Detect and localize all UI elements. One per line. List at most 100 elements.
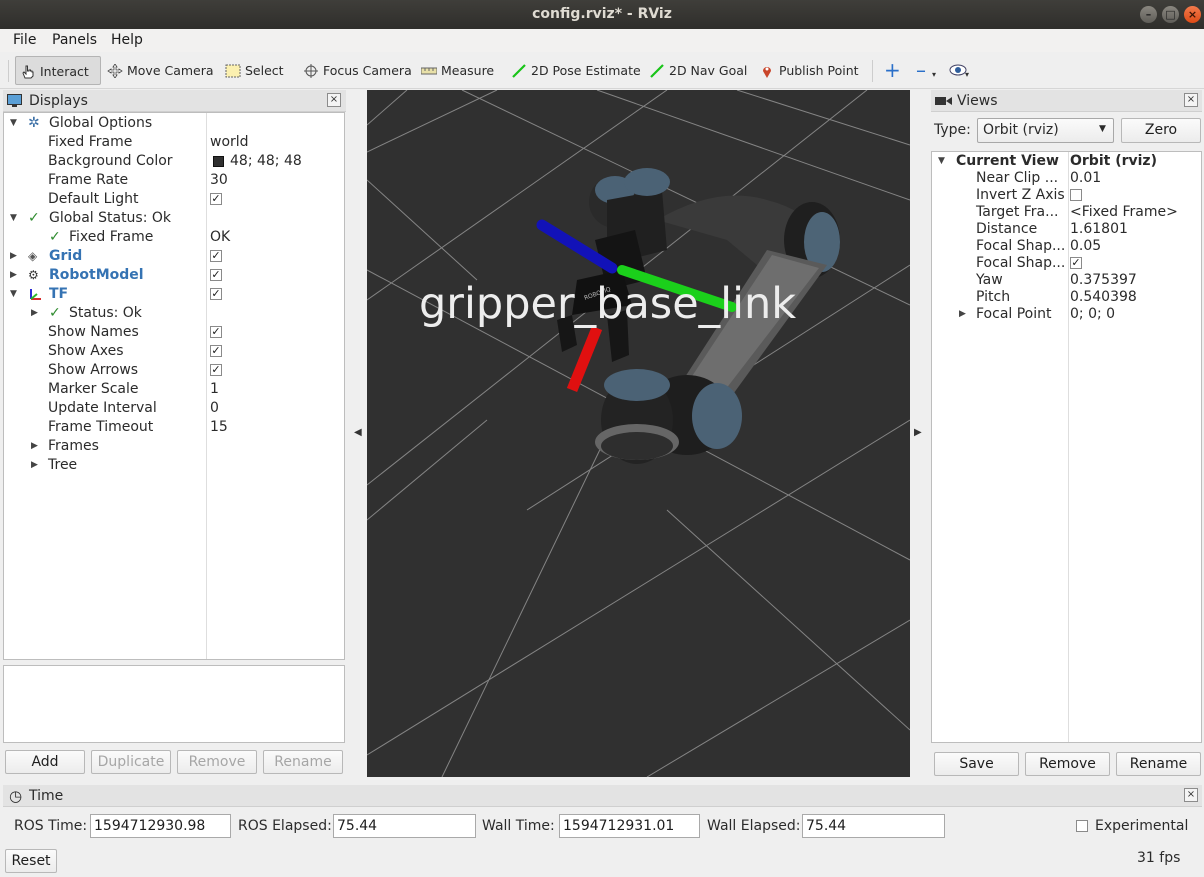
rename-view-button[interactable]: Rename	[1116, 752, 1201, 776]
tree-row-status-fixed-frame[interactable]: ✓ Fixed Frame OK	[4, 228, 344, 247]
menu-panels[interactable]: Panels	[52, 32, 97, 48]
chevron-down-icon[interactable]: ▾	[932, 70, 936, 79]
displays-title: Displays	[29, 93, 88, 109]
tree-row-focal-point[interactable]: ▶ Focal Point 0; 0; 0	[932, 305, 1201, 324]
tool-focus-camera-button[interactable]: Focus Camera	[299, 56, 412, 85]
tf-checkbox[interactable]	[210, 288, 222, 300]
maximize-icon[interactable]: □	[1162, 6, 1179, 23]
menu-file[interactable]: File	[13, 32, 36, 48]
chevron-right-icon[interactable]: ▶	[31, 437, 41, 456]
show-arrows-checkbox[interactable]	[210, 364, 222, 376]
default-light-checkbox[interactable]	[210, 193, 222, 205]
tool-label: Measure	[441, 63, 495, 78]
color-swatch[interactable]	[213, 156, 224, 167]
collapse-right-icon[interactable]: ▶	[914, 427, 922, 438]
chevron-down-icon[interactable]: ▼	[10, 209, 20, 228]
grid-checkbox[interactable]	[210, 250, 222, 262]
tree-row-show-names[interactable]: Show Names	[4, 323, 344, 342]
status-ok-icon: ✓	[49, 229, 61, 245]
tree-row-tf[interactable]: ▼ TF	[4, 285, 344, 304]
tree-row-tf-status[interactable]: ▶ ✓ Status: Ok	[4, 304, 344, 323]
tool-label: Select	[245, 63, 284, 78]
experimental-checkbox[interactable]	[1076, 820, 1088, 832]
chevron-right-icon[interactable]: ▶	[31, 456, 41, 475]
tree-row-tree[interactable]: ▶ Tree	[4, 456, 344, 475]
tree-label: Fixed Frame	[69, 229, 154, 245]
robot-model-checkbox[interactable]	[210, 269, 222, 281]
remove-view-button[interactable]: Remove	[1025, 752, 1110, 776]
toolbar-separator	[872, 60, 873, 82]
tree-row-update-interval[interactable]: Update Interval 0	[4, 399, 344, 418]
view-type-value: Orbit (rviz)	[983, 122, 1059, 138]
plus-icon[interactable]: +	[884, 60, 901, 80]
close-icon[interactable]: ×	[1184, 93, 1198, 107]
chevron-down-icon[interactable]: ▼	[10, 285, 20, 304]
ros-elapsed-field[interactable]: 75.44	[333, 814, 476, 838]
wall-time-field[interactable]: 1594712931.01	[559, 814, 700, 838]
gear-icon: ✲	[28, 115, 40, 131]
tree-value[interactable]: 1	[210, 380, 219, 399]
axes-icon	[30, 289, 41, 300]
tree-row-global-options[interactable]: ▼ ✲ Global Options	[4, 114, 344, 133]
menu-help[interactable]: Help	[111, 32, 143, 48]
chevron-right-icon[interactable]: ▶	[31, 304, 41, 323]
close-icon[interactable]: ×	[1184, 6, 1201, 23]
ros-time-field[interactable]: 1594712930.98	[90, 814, 231, 838]
wall-elapsed-field[interactable]: 75.44	[802, 814, 945, 838]
tool-move-camera-button[interactable]: Move Camera	[103, 56, 214, 85]
tree-row-background-color[interactable]: Background Color 48; 48; 48	[4, 152, 344, 171]
focal-shape-fixed-checkbox[interactable]	[1070, 257, 1082, 269]
duplicate-display-button[interactable]: Duplicate	[91, 750, 171, 774]
chevron-right-icon[interactable]: ▶	[10, 266, 20, 285]
tree-row-default-light[interactable]: Default Light	[4, 190, 344, 209]
rename-display-button[interactable]: Rename	[263, 750, 343, 774]
close-icon[interactable]: ×	[327, 93, 341, 107]
tree-row-frame-rate[interactable]: Frame Rate 30	[4, 171, 344, 190]
tree-value[interactable]: world	[210, 133, 249, 152]
tool-2d-pose-estimate-button[interactable]: 2D Pose Estimate	[507, 56, 641, 85]
tree-row-marker-scale[interactable]: Marker Scale 1	[4, 380, 344, 399]
tree-row-frame-timeout[interactable]: Frame Timeout 15	[4, 418, 344, 437]
tree-value[interactable]: 0; 0; 0	[1070, 305, 1115, 324]
tree-value[interactable]: 0	[210, 399, 219, 418]
show-names-checkbox[interactable]	[210, 326, 222, 338]
tool-interact-button[interactable]: Interact	[15, 56, 101, 85]
view-type-dropdown[interactable]: Orbit (rviz) ▼	[977, 118, 1114, 143]
focus-camera-icon	[304, 64, 318, 78]
close-icon[interactable]: ×	[1184, 788, 1198, 802]
tool-measure-button[interactable]: Measure	[417, 56, 494, 85]
views-dock-title: Views ×	[931, 90, 1202, 112]
tree-row-frames[interactable]: ▶ Frames	[4, 437, 344, 456]
show-axes-checkbox[interactable]	[210, 345, 222, 357]
tree-label: Background Color	[48, 153, 173, 169]
chevron-right-icon[interactable]: ▶	[10, 247, 20, 266]
tree-row-grid[interactable]: ▶ ◈ Grid	[4, 247, 344, 266]
chevron-down-icon[interactable]: ▼	[10, 114, 20, 133]
tree-label: Show Names	[48, 324, 139, 340]
tool-publish-point-button[interactable]: Publish Point	[755, 56, 859, 85]
reset-button[interactable]: Reset	[5, 849, 57, 873]
tree-label: TF	[49, 286, 69, 302]
tree-value[interactable]: 15	[210, 418, 228, 437]
tree-value[interactable]: 30	[210, 171, 228, 190]
tree-row-show-arrows[interactable]: Show Arrows	[4, 361, 344, 380]
tree-row-robot-model[interactable]: ▶ ⚙ RobotModel	[4, 266, 344, 285]
tree-row-global-status[interactable]: ▼ ✓ Global Status: Ok	[4, 209, 344, 228]
zero-button[interactable]: Zero	[1121, 118, 1201, 143]
tool-label: Move Camera	[127, 63, 214, 78]
minus-icon[interactable]: –	[916, 60, 926, 80]
chevron-right-icon[interactable]: ▶	[959, 305, 969, 324]
tool-2d-nav-goal-button[interactable]: 2D Nav Goal	[645, 56, 747, 85]
add-display-button[interactable]: Add	[5, 750, 85, 774]
collapse-left-icon[interactable]: ◀	[354, 427, 362, 438]
tree-row-show-axes[interactable]: Show Axes	[4, 342, 344, 361]
invert-z-checkbox[interactable]	[1070, 189, 1082, 201]
tool-select-button[interactable]: Select	[221, 56, 284, 85]
minimize-icon[interactable]: –	[1140, 6, 1157, 23]
tree-row-fixed-frame[interactable]: Fixed Frame world	[4, 133, 344, 152]
render-viewport[interactable]: ROBOTIQ gripper_base_link	[367, 90, 910, 777]
remove-display-button[interactable]: Remove	[177, 750, 257, 774]
save-view-button[interactable]: Save	[934, 752, 1019, 776]
tree-value[interactable]: 48; 48; 48	[230, 152, 302, 171]
chevron-down-icon[interactable]: ▾	[965, 70, 969, 79]
